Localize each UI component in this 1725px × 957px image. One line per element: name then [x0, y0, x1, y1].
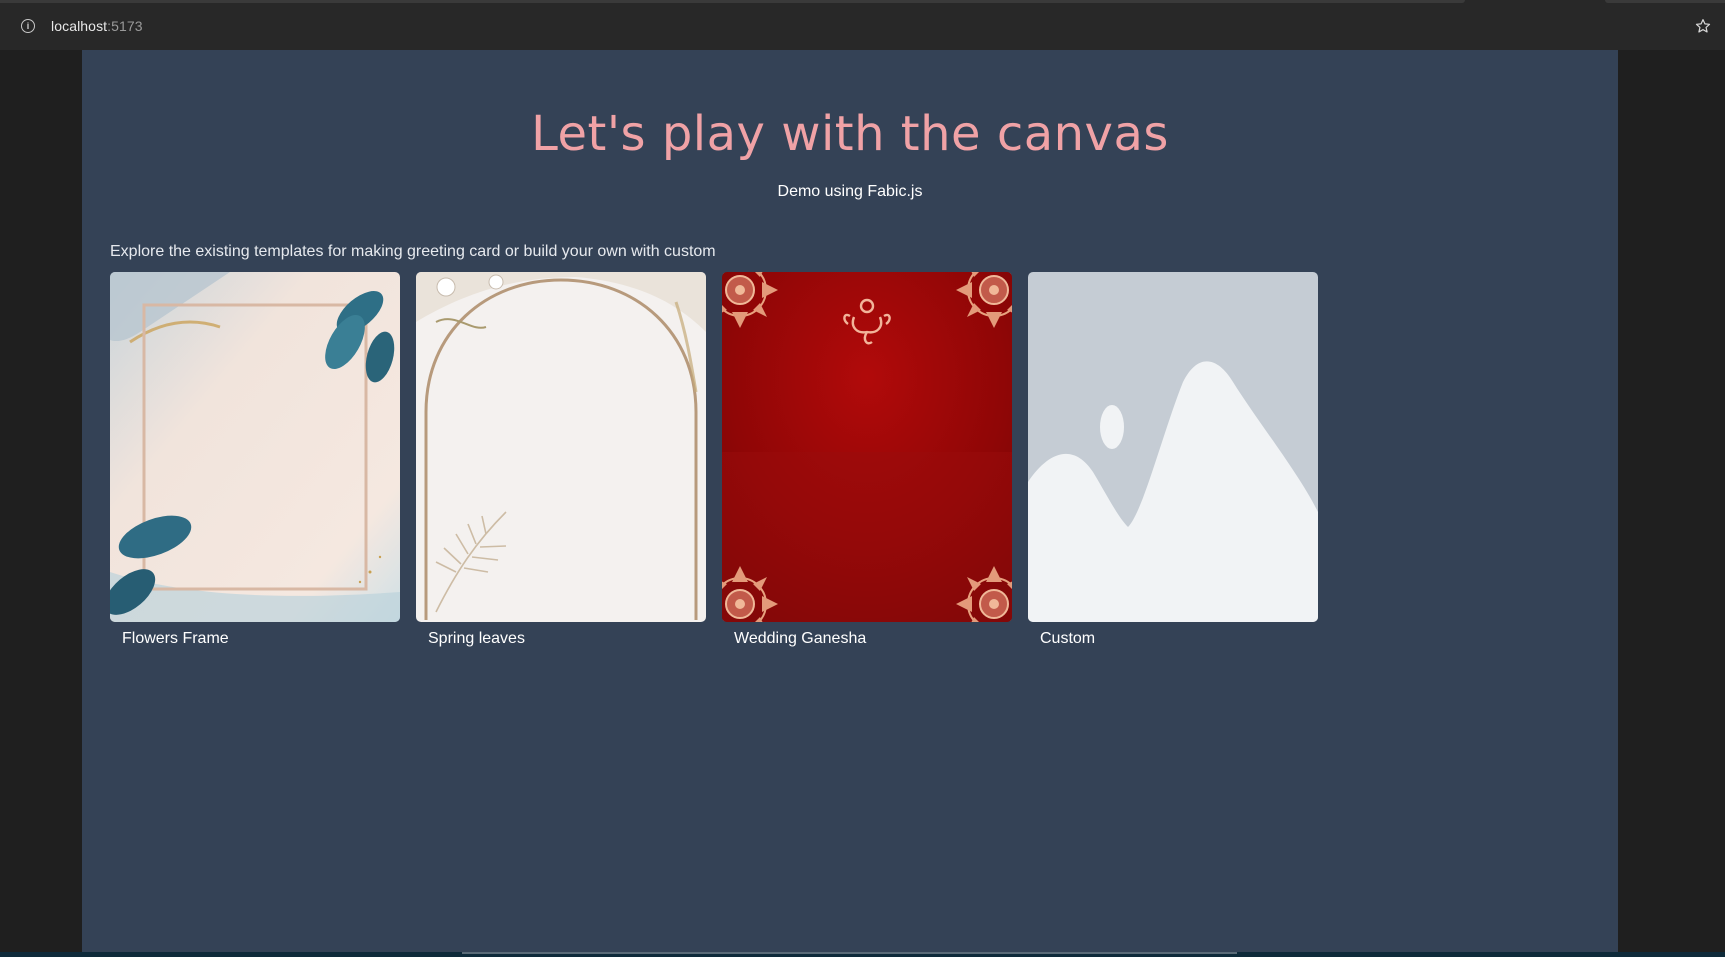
app-page: Let's play with the canvas Demo using Fa…: [82, 50, 1618, 952]
taskbar-indicator: [462, 952, 1237, 954]
tab-strip-edge-right: [1605, 0, 1725, 3]
address-bar[interactable]: i localhost:5173: [10, 12, 1695, 40]
taskbar-edge: [0, 952, 1725, 957]
template-label: Spring leaves: [428, 630, 525, 647]
star-icon[interactable]: [1691, 12, 1715, 40]
page-subtitle: Demo using Fabic.js: [777, 183, 923, 200]
template-card-custom[interactable]: Custom: [1028, 272, 1318, 648]
template-gallery: Flowers Frame Spring leaves Wedding Gane…: [110, 272, 1318, 648]
url-text[interactable]: localhost:5173: [51, 18, 143, 34]
template-label: Custom: [1040, 630, 1096, 647]
template-card-wedding-ganesha[interactable]: Wedding Ganesha: [722, 272, 1012, 648]
url-port: :5173: [107, 18, 143, 34]
image-placeholder-icon[interactable]: [1028, 272, 1318, 622]
info-icon[interactable]: i: [21, 19, 35, 33]
template-label: Wedding Ganesha: [734, 630, 867, 647]
intro-text: Explore the existing templates for makin…: [110, 243, 716, 260]
template-card-flowers-frame[interactable]: Flowers Frame: [110, 272, 400, 648]
wedding-ganesha-thumbnail[interactable]: [722, 272, 1012, 622]
spring-leaves-thumbnail[interactable]: [416, 272, 706, 622]
tab-strip-edge: [0, 0, 1465, 3]
template-label: Flowers Frame: [122, 630, 229, 647]
template-card-spring-leaves[interactable]: Spring leaves: [416, 272, 706, 648]
page-title: Let's play with the canvas: [531, 106, 1169, 162]
url-host: localhost: [51, 18, 108, 34]
flowers-frame-thumbnail[interactable]: [110, 272, 400, 622]
browser-toolbar: i localhost:5173: [0, 0, 1725, 50]
